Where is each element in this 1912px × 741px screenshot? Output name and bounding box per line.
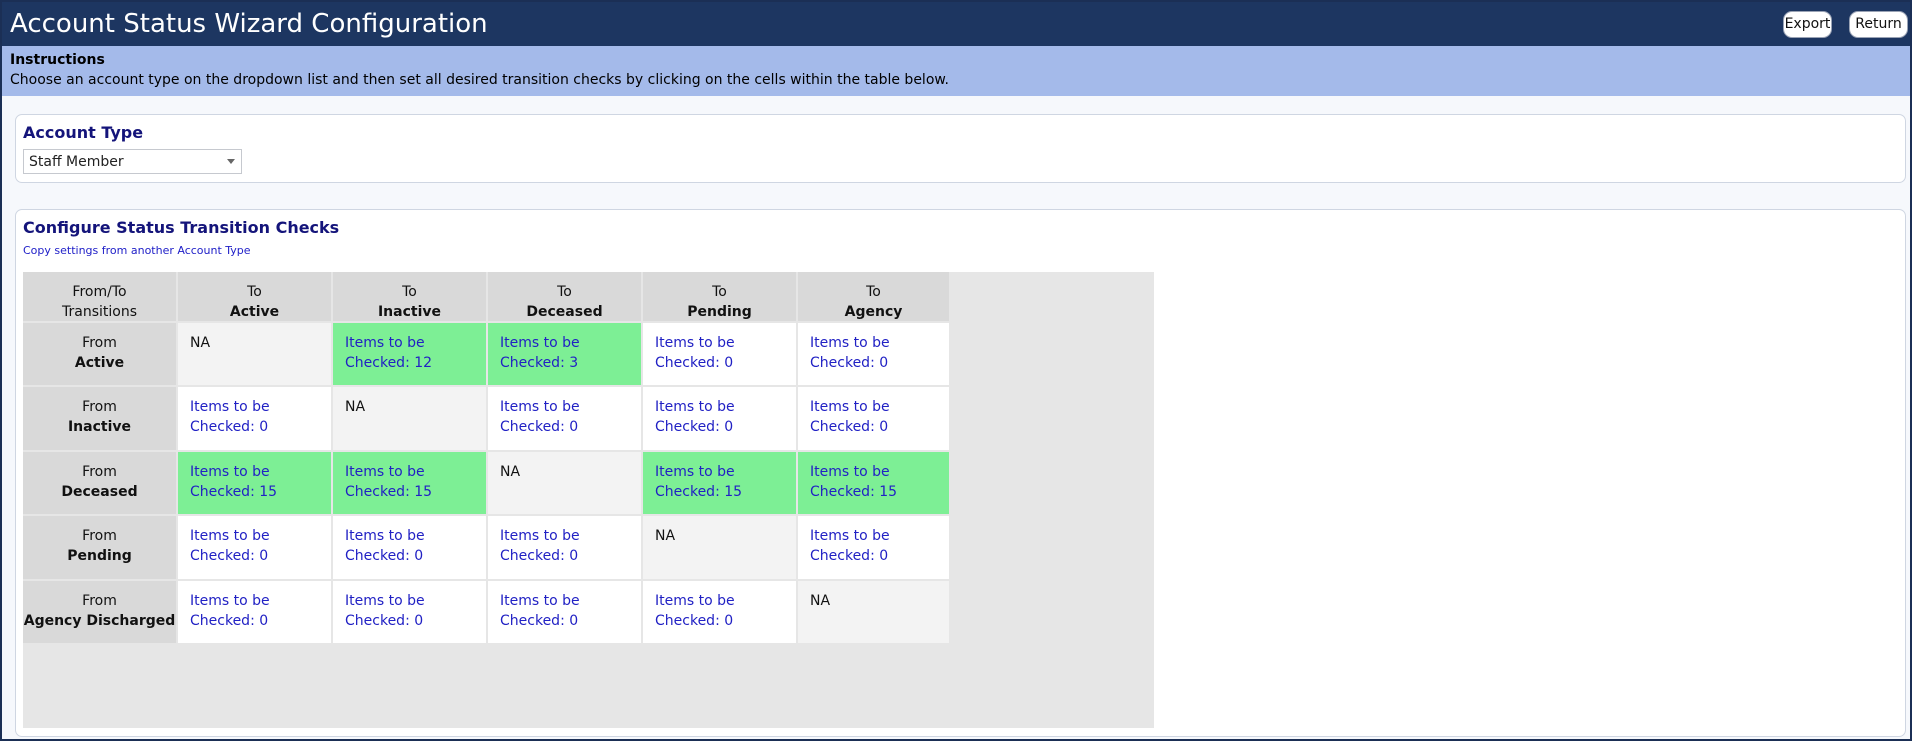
row-header-pending: From Pending bbox=[23, 516, 176, 579]
row-header-prefix: From bbox=[82, 528, 117, 544]
transition-cell[interactable]: Items to be Checked: 15 bbox=[643, 452, 796, 514]
return-button[interactable]: Return bbox=[1849, 11, 1908, 38]
transition-cell[interactable]: Items to be Checked: 0 bbox=[798, 387, 949, 450]
column-header-agency-discharged: To Agency Discharged bbox=[798, 272, 949, 321]
account-type-panel: Account Type Staff Member bbox=[15, 114, 1906, 183]
transition-cell: NA bbox=[178, 323, 331, 385]
instructions-banner: Instructions Choose an account type on t… bbox=[2, 46, 1910, 96]
transition-cell[interactable]: Items to be Checked: 0 bbox=[643, 387, 796, 450]
column-header-deceased: To Deceased bbox=[488, 272, 641, 321]
transition-cell[interactable]: Items to be Checked: 15 bbox=[798, 452, 949, 514]
transition-cell[interactable]: Items to be Checked: 0 bbox=[333, 581, 486, 643]
column-header-prefix: To bbox=[712, 284, 727, 300]
transition-cell: NA bbox=[643, 516, 796, 579]
corner-header: From/To Transitions bbox=[23, 272, 176, 321]
instructions-text: Choose an account type on the dropdown l… bbox=[10, 72, 950, 88]
transition-cell[interactable]: Items to be Checked: 0 bbox=[178, 581, 331, 643]
row-header-status: Pending bbox=[67, 548, 132, 564]
page-title: Account Status Wizard Configuration bbox=[10, 9, 488, 39]
row-header-status: Active bbox=[74, 355, 125, 371]
export-button[interactable]: Export bbox=[1783, 11, 1832, 38]
transition-cell: NA bbox=[333, 387, 486, 450]
column-header-prefix: To bbox=[557, 284, 572, 300]
instructions-heading: Instructions bbox=[10, 52, 105, 68]
chevron-down-icon bbox=[227, 159, 235, 164]
transition-cell[interactable]: Items to be Checked: 15 bbox=[333, 452, 486, 514]
row-header-prefix: From bbox=[82, 593, 117, 609]
transition-cell[interactable]: Items to be Checked: 15 bbox=[178, 452, 331, 514]
transition-cell[interactable]: Items to be Checked: 0 bbox=[178, 516, 331, 579]
transition-cell: NA bbox=[488, 452, 641, 514]
transition-cell[interactable]: Items to be Checked: 12 bbox=[333, 323, 486, 385]
column-header-active: To Active bbox=[178, 272, 331, 321]
row-header-prefix: From bbox=[82, 399, 117, 415]
transition-checks-panel: Configure Status Transition Checks Copy … bbox=[15, 209, 1906, 737]
row-header-agency-discharged: From Agency Discharged bbox=[23, 581, 176, 643]
column-header-status: Agency Discharged bbox=[844, 304, 903, 320]
row-header-status: Deceased bbox=[61, 484, 138, 500]
column-header-prefix: To bbox=[247, 284, 262, 300]
transition-cell[interactable]: Items to be Checked: 0 bbox=[488, 581, 641, 643]
transition-cell: NA bbox=[798, 581, 949, 643]
row-header-deceased: From Deceased bbox=[23, 452, 176, 514]
column-header-pending: To Pending bbox=[643, 272, 796, 321]
column-header-inactive: To Inactive bbox=[333, 272, 486, 321]
corner-label-line2: Transitions bbox=[62, 304, 137, 320]
row-header-prefix: From bbox=[82, 335, 117, 351]
column-header-status: Pending bbox=[687, 304, 752, 320]
account-type-dropdown[interactable]: Staff Member bbox=[23, 149, 242, 174]
transition-cell[interactable]: Items to be Checked: 0 bbox=[488, 387, 641, 450]
transition-checks-heading: Configure Status Transition Checks bbox=[23, 218, 340, 237]
row-header-prefix: From bbox=[82, 464, 117, 480]
row-header-inactive: From Inactive bbox=[23, 387, 176, 450]
column-header-status: Active bbox=[229, 304, 280, 320]
account-type-selected: Staff Member bbox=[29, 154, 124, 170]
transition-cell[interactable]: Items to be Checked: 0 bbox=[643, 323, 796, 385]
transition-cell[interactable]: Items to be Checked: 0 bbox=[488, 516, 641, 579]
copy-settings-link[interactable]: Copy settings from another Account Type bbox=[23, 244, 251, 258]
transition-cell[interactable]: Items to be Checked: 0 bbox=[798, 516, 949, 579]
column-header-status: Deceased bbox=[526, 304, 603, 320]
account-type-heading: Account Type bbox=[23, 123, 144, 142]
row-header-active: From Active bbox=[23, 323, 176, 385]
transition-cell[interactable]: Items to be Checked: 0 bbox=[798, 323, 949, 385]
transition-cell[interactable]: Items to be Checked: 0 bbox=[178, 387, 331, 450]
column-header-prefix: To bbox=[402, 284, 417, 300]
row-header-status: Agency Discharged bbox=[23, 613, 176, 629]
title-bar: Account Status Wizard Configuration Expo… bbox=[2, 2, 1910, 46]
corner-label-line1: From/To bbox=[72, 284, 127, 300]
transition-cell[interactable]: Items to be Checked: 3 bbox=[488, 323, 641, 385]
transition-cell[interactable]: Items to be Checked: 0 bbox=[643, 581, 796, 643]
column-header-status: Inactive bbox=[377, 304, 442, 320]
transition-cell[interactable]: Items to be Checked: 0 bbox=[333, 516, 486, 579]
app-window: Account Status Wizard Configuration Expo… bbox=[0, 0, 1912, 741]
column-header-prefix: To bbox=[866, 284, 881, 300]
row-header-status: Inactive bbox=[67, 419, 132, 435]
transition-table: From/To Transitions To Active To Inactive To De… bbox=[23, 272, 1154, 728]
